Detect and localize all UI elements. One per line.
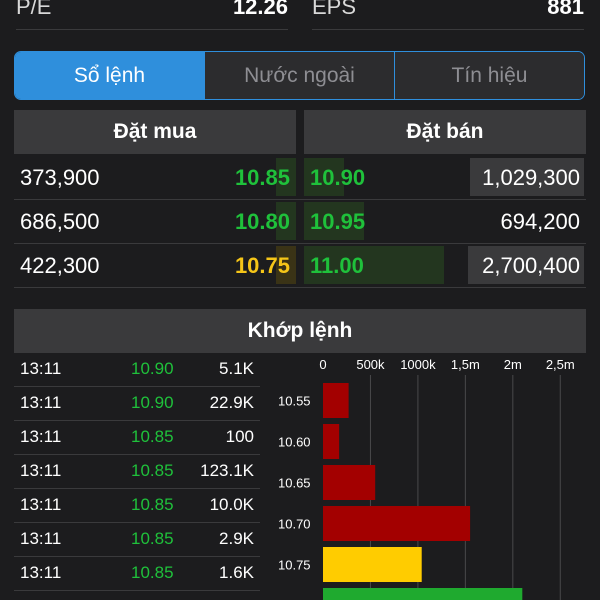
trade-price: 10.85 <box>131 495 174 514</box>
order-row: 422,300 10.75 11.00 2,700,400 <box>14 244 586 288</box>
volume-bar <box>323 424 340 459</box>
y-tick-label: 10.60 <box>278 435 311 450</box>
trade-volume: 22.9K <box>209 393 254 412</box>
x-tick-label: 1000k <box>400 357 436 372</box>
y-tick-label: 10.70 <box>278 517 311 532</box>
trade-row: 13:11 10.85 1.6K <box>14 557 260 591</box>
pe-label: P/E <box>16 0 52 19</box>
bid-price[interactable]: 10.85 <box>235 165 290 191</box>
trade-price: 10.85 <box>131 427 174 446</box>
trade-time: 13:11 <box>20 461 62 480</box>
trade-volume: 2.9K <box>219 529 254 548</box>
bid-volume: 686,500 <box>20 209 100 234</box>
buy-header: Đặt mua <box>14 110 296 154</box>
order-row: 373,900 10.85 10.90 1,029,300 <box>14 156 586 200</box>
eps-label: EPS <box>312 0 357 19</box>
ask-volume: 694,200 <box>500 209 580 234</box>
stats-bar: P/E 12.26 EPS 881 <box>0 0 600 30</box>
bid-price[interactable]: 10.80 <box>235 209 290 235</box>
eps-value: 881 <box>547 0 584 19</box>
bid-volume: 422,300 <box>20 253 100 278</box>
trade-row: 13:11 10.85 10.0K <box>14 489 260 523</box>
trade-time: 13:11 <box>20 393 62 412</box>
y-tick-label: 10.75 <box>278 558 311 573</box>
ask-volume: 2,700,400 <box>482 253 580 278</box>
trade-time: 13:11 <box>20 529 62 548</box>
tab-signals[interactable]: Tín hiệu <box>395 52 584 99</box>
ask-price[interactable]: 10.90 <box>310 165 365 191</box>
volume-bar <box>323 588 523 600</box>
matched-header: Khớp lệnh <box>14 309 586 353</box>
volume-bar <box>323 465 376 500</box>
x-tick-label: 2,5m <box>546 357 575 372</box>
ask-volume: 1,029,300 <box>482 165 580 190</box>
trade-volume: 10.0K <box>209 495 254 514</box>
trade-time: 13:11 <box>20 427 62 446</box>
trade-price: 10.85 <box>131 461 174 480</box>
trade-row: 13:11 10.90 22.9K <box>14 387 260 421</box>
x-tick-label: 2m <box>504 357 522 372</box>
trade-row: 13:11 10.90 5.1K <box>14 353 260 387</box>
order-row: 686,500 10.80 10.95 694,200 <box>14 200 586 244</box>
tab-foreign[interactable]: Nước ngoài <box>205 52 395 99</box>
eps-stat: EPS 881 <box>312 0 584 30</box>
y-tick-label: 10.55 <box>278 394 311 409</box>
segmented-tabs: Sổ lệnh Nước ngoài Tín hiệu <box>14 51 585 100</box>
trade-volume: 100 <box>225 427 254 446</box>
trade-price: 10.85 <box>131 529 174 548</box>
trade-row: 13:11 10.85 123.1K <box>14 455 260 489</box>
trade-row: 13:11 10.85 2.9K <box>14 523 260 557</box>
trade-price: 10.85 <box>131 563 174 582</box>
volume-bar <box>323 547 422 582</box>
trade-time: 13:11 <box>20 359 62 378</box>
trade-row: 13:11 10.85 100 <box>14 421 260 455</box>
trade-time: 13:11 <box>20 563 62 582</box>
trade-volume: 1.6K <box>219 563 254 582</box>
trade-time: 13:11 <box>20 495 62 514</box>
x-tick-label: 0 <box>319 357 326 372</box>
x-tick-label: 1,5m <box>451 357 480 372</box>
volume-bar <box>323 506 471 541</box>
pe-stat: P/E 12.26 <box>16 0 288 30</box>
bid-volume: 373,900 <box>20 165 100 190</box>
sell-header: Đặt bán <box>304 110 586 154</box>
bid-price[interactable]: 10.75 <box>235 253 290 279</box>
trade-price: 10.90 <box>131 359 174 378</box>
trade-volume: 5.1K <box>219 359 254 378</box>
volume-by-price-chart: 0 500k 1000k 1,5m 2m 2,5m 10.55 10.60 10.65 10.70… <box>278 357 575 600</box>
tab-order-book[interactable]: Sổ lệnh <box>15 52 205 99</box>
trade-volume: 123.1K <box>200 461 254 480</box>
ask-price[interactable]: 11.00 <box>310 253 364 279</box>
volume-bar <box>323 383 349 418</box>
pe-value: 12.26 <box>232 0 288 19</box>
x-tick-label: 500k <box>356 357 385 372</box>
ask-price[interactable]: 10.95 <box>310 209 365 235</box>
trade-price: 10.90 <box>131 393 174 412</box>
matched-trades-list: 13:11 10.90 5.1K 13:11 10.90 22.9K 13:11… <box>14 353 260 591</box>
y-tick-label: 10.65 <box>278 476 311 491</box>
